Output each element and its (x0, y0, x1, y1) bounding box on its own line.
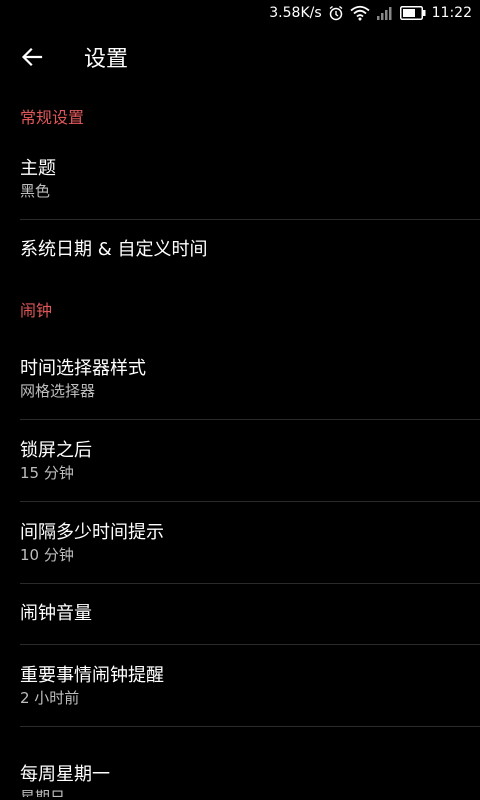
section-header-general: 常规设置 (20, 108, 85, 127)
setting-title: 闹钟音量 (20, 603, 92, 624)
setting-title: 系统日期 & 自定义时间 (20, 239, 208, 260)
setting-interval[interactable]: 间隔多少时间提示 10 分钟 (0, 502, 480, 583)
setting-theme[interactable]: 主题 黑色 (0, 138, 480, 219)
setting-title: 每周星期一 (20, 764, 110, 785)
setting-picker-style[interactable]: 时间选择器样式 网格选择器 (0, 338, 480, 419)
setting-title: 间隔多少时间提示 (20, 521, 164, 543)
settings-list[interactable]: 常规设置 主题 黑色 系统日期 & 自定义时间 闹钟 时间选择器样式 网格选择器… (0, 94, 480, 797)
status-bar: 3.58K/s 11:22 (0, 0, 480, 26)
setting-important-reminder[interactable]: 重要事情闹钟提醒 2 小时前 (0, 645, 480, 726)
alarm-icon (328, 5, 344, 21)
setting-summary: 10 分钟 (20, 545, 74, 564)
setting-alarm-volume[interactable]: 闹钟音量 (0, 584, 480, 644)
page-title: 设置 (84, 47, 129, 72)
setting-datetime[interactable]: 系统日期 & 自定义时间 (0, 220, 480, 280)
back-button[interactable] (0, 26, 64, 88)
setting-summary: 15 分钟 (20, 463, 74, 482)
section-header-alarm: 闹钟 (20, 301, 53, 320)
app-bar: 设置 (0, 26, 480, 88)
setting-title: 时间选择器样式 (20, 357, 146, 379)
battery-icon (399, 6, 426, 20)
setting-after-lock[interactable]: 锁屏之后 15 分钟 (0, 420, 480, 501)
setting-title: 主题 (20, 157, 56, 179)
clock-time: 11:22 (431, 5, 472, 21)
setting-summary: 网格选择器 (20, 381, 96, 400)
network-speed: 3.58K/s (269, 5, 322, 21)
setting-title: 锁屏之后 (20, 439, 92, 461)
setting-summary: 黑色 (20, 181, 51, 200)
setting-summary: 2 小时前 (20, 688, 80, 707)
back-arrow-icon (21, 47, 43, 67)
setting-weekly[interactable]: 每周星期一 星期日 (0, 727, 480, 797)
setting-title: 重要事情闹钟提醒 (20, 664, 164, 686)
settings-screen: 3.58K/s 11:22 设置 常规设置 主题 黑色 系统日期 & 自定义时间… (0, 0, 480, 800)
signal-icon (376, 6, 394, 20)
wifi-icon (350, 5, 370, 21)
setting-summary: 星期日 (20, 788, 66, 797)
